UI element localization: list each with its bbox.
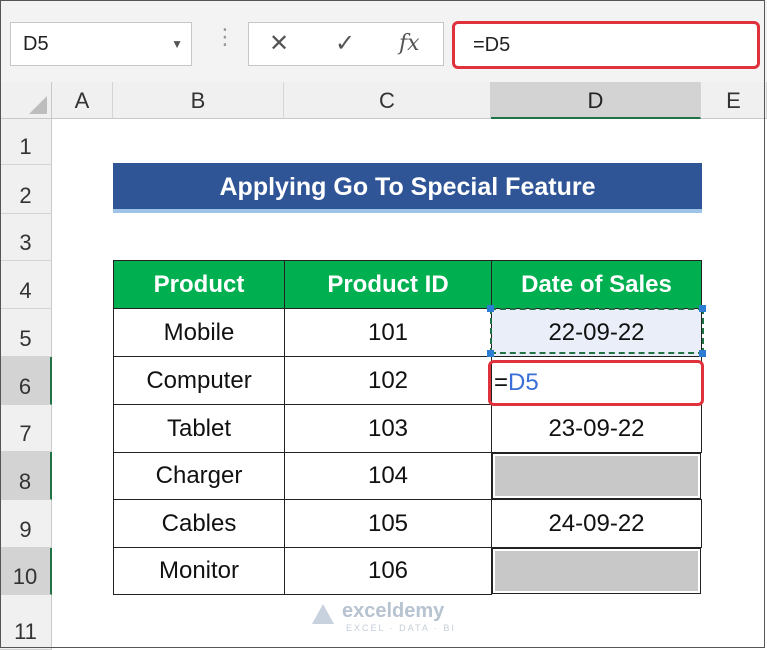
image-border (0, 0, 765, 648)
